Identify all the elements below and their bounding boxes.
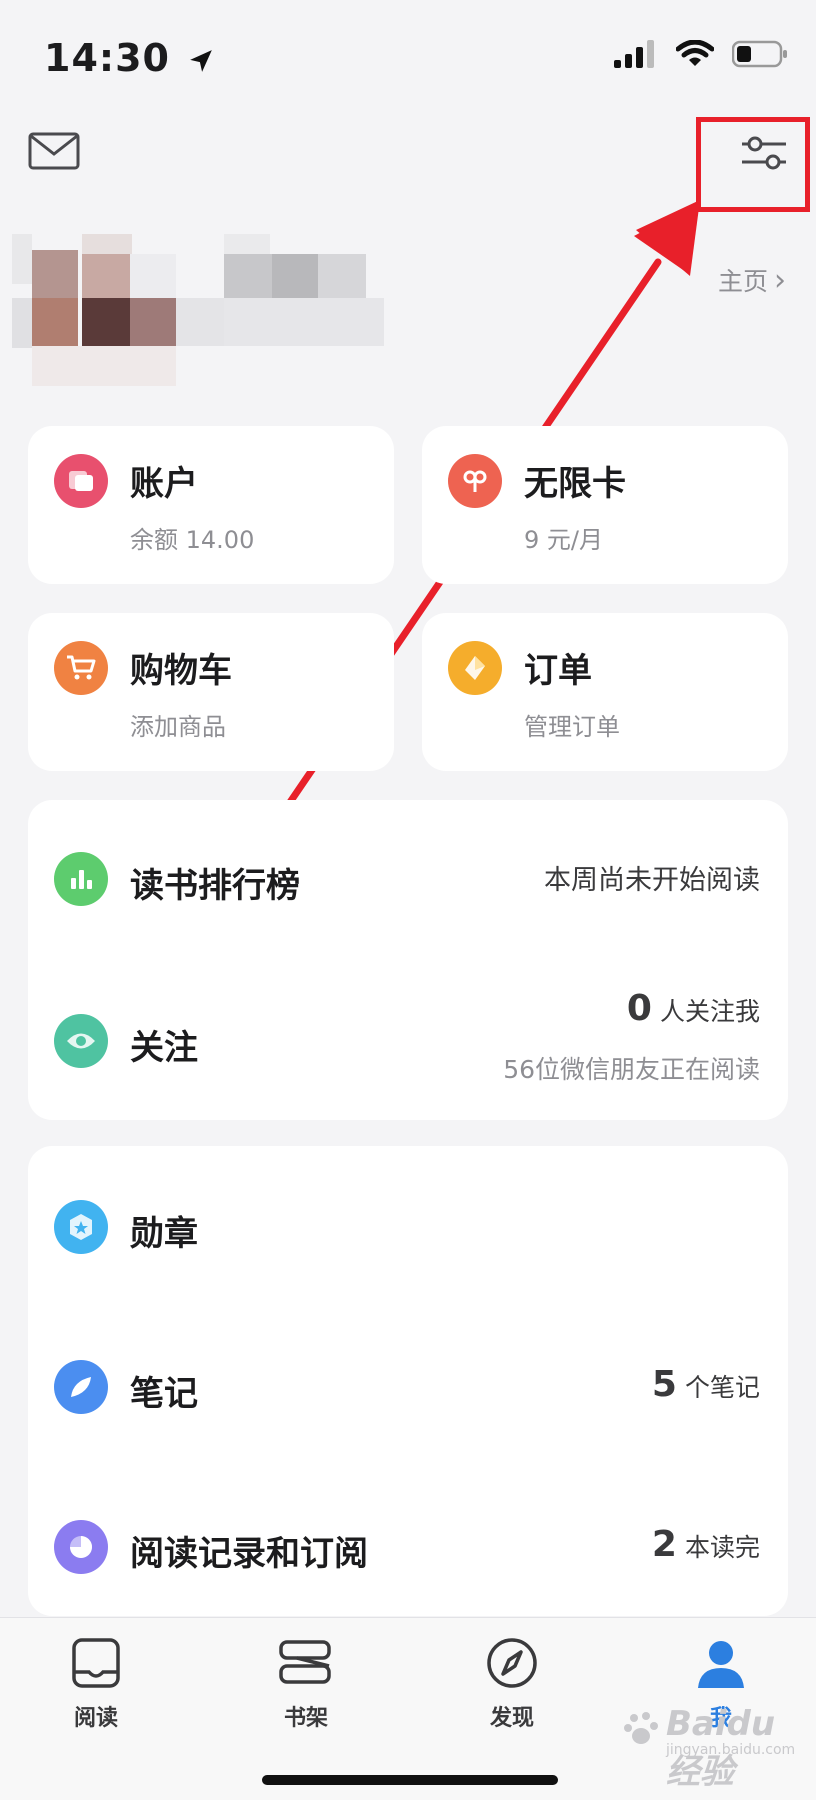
follow-row[interactable]: 关注 0 人关注我 56位微信朋友正在阅读 xyxy=(28,960,788,1120)
order-title: 订单 xyxy=(524,651,592,691)
history-count-line: 2 本读完 xyxy=(652,1524,760,1565)
home-link-label: 主页 xyxy=(717,267,768,296)
account-subtitle: 余额 14.00 xyxy=(130,526,255,554)
paw-logo-icon xyxy=(624,1712,658,1744)
nav-bookshelf[interactable]: 书架 xyxy=(246,1636,366,1732)
order-subtitle: 管理订单 xyxy=(524,713,620,741)
ranking-row[interactable]: 读书排行榜 本周尚未开始阅读 xyxy=(28,800,788,960)
badges-row[interactable]: 勋章 xyxy=(28,1146,788,1306)
follow-count-unit: 人关注我 xyxy=(659,997,760,1026)
cart-icon xyxy=(54,641,108,695)
follow-title: 关注 xyxy=(130,1028,198,1068)
watermark: Baidu经验 jingyan.baidu.com xyxy=(622,1704,795,1792)
feather-icon xyxy=(54,1360,108,1414)
nav-read-label: 阅读 xyxy=(73,1706,118,1731)
notes-row[interactable]: 笔记 5 个笔记 xyxy=(28,1306,788,1466)
records-section: 勋章 笔记 5 个笔记 阅读记录和订阅 2 本读完 xyxy=(28,1146,788,1616)
badge-icon xyxy=(54,1200,108,1254)
cart-card[interactable]: 购物车 添加商品 xyxy=(28,613,394,771)
watermark-sub: jingyan.baidu.com xyxy=(666,1742,796,1758)
profile-avatar-name[interactable] xyxy=(12,234,392,394)
ranking-title: 读书排行榜 xyxy=(130,866,300,906)
person-icon xyxy=(698,1641,744,1688)
notes-count: 5 xyxy=(651,1364,677,1405)
notes-count-unit: 个笔记 xyxy=(684,1373,760,1402)
cart-title: 购物车 xyxy=(130,651,232,691)
nav-discover-label: 发现 xyxy=(489,1706,534,1731)
home-link[interactable]: 主页 › xyxy=(718,262,786,298)
infinite-card-title: 无限卡 xyxy=(524,464,626,504)
infinite-card[interactable]: 无限卡 9 元/月 xyxy=(422,426,788,584)
history-count: 2 xyxy=(651,1524,677,1565)
order-card[interactable]: 订单 管理订单 xyxy=(422,613,788,771)
follow-count-line: 0 人关注我 xyxy=(627,988,760,1029)
order-icon xyxy=(448,641,502,695)
history-icon xyxy=(54,1520,108,1574)
infinite-card-subtitle: 9 元/月 xyxy=(524,526,603,554)
notes-count-line: 5 个笔记 xyxy=(652,1364,760,1405)
nav-read[interactable]: 阅读 xyxy=(36,1636,156,1732)
account-icon xyxy=(54,454,108,508)
history-title: 阅读记录和订阅 xyxy=(130,1534,368,1574)
chevron-right-icon: › xyxy=(774,262,786,298)
account-card[interactable]: 账户 余额 14.00 xyxy=(28,426,394,584)
nav-bookshelf-label: 书架 xyxy=(283,1706,328,1731)
history-row[interactable]: 阅读记录和订阅 2 本读完 xyxy=(28,1466,788,1616)
nav-discover[interactable]: 发现 xyxy=(452,1636,572,1732)
history-count-unit: 本读完 xyxy=(684,1533,760,1562)
cart-subtitle: 添加商品 xyxy=(130,713,226,741)
follow-count: 0 xyxy=(626,988,652,1029)
social-section: 读书排行榜 本周尚未开始阅读 关注 0 人关注我 56位微信朋友正在阅读 xyxy=(28,800,788,1120)
bookshelf-icon xyxy=(279,1640,331,1684)
follow-subtext: 56位微信朋友正在阅读 xyxy=(503,1055,760,1084)
compass-icon xyxy=(487,1638,537,1688)
home-indicator xyxy=(262,1775,558,1785)
ranking-status: 本周尚未开始阅读 xyxy=(544,865,760,896)
chart-bars-icon xyxy=(54,852,108,906)
infinite-card-icon xyxy=(448,454,502,508)
notes-title: 笔记 xyxy=(130,1374,198,1414)
account-title: 账户 xyxy=(130,464,198,504)
read-icon xyxy=(72,1638,120,1688)
eye-icon xyxy=(54,1014,108,1068)
badges-title: 勋章 xyxy=(130,1214,198,1254)
